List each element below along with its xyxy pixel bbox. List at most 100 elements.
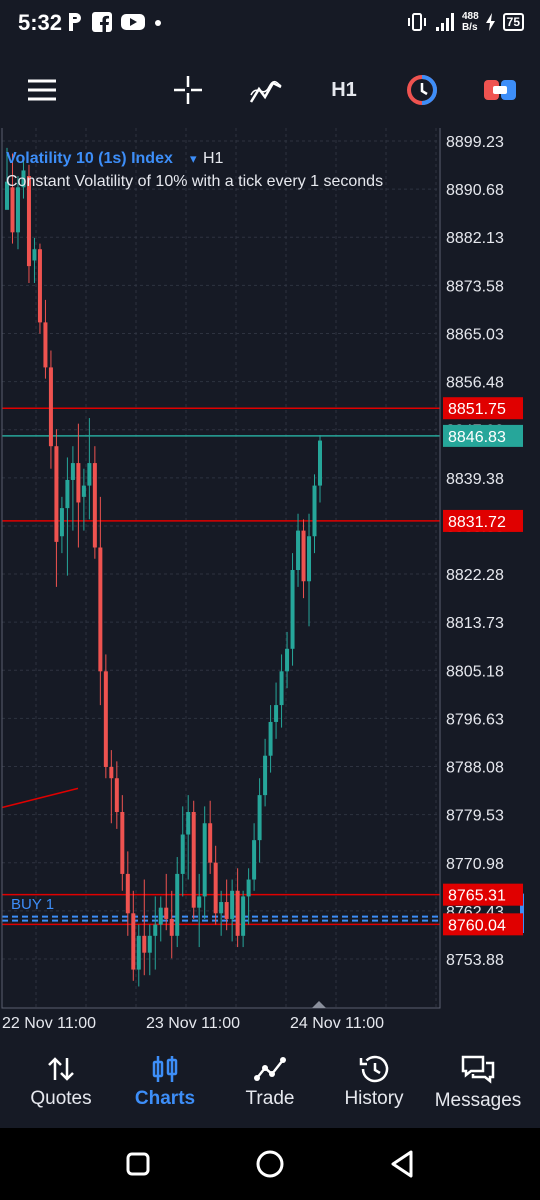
candle-body — [191, 812, 196, 908]
home-button[interactable] — [250, 1146, 290, 1182]
candle-body — [224, 902, 229, 919]
youtube-icon — [121, 14, 145, 30]
vibrate-icon — [407, 13, 426, 31]
trade-icon — [254, 1057, 286, 1081]
candle-body — [257, 795, 262, 841]
candle-body — [81, 485, 86, 497]
candle-body — [103, 671, 108, 767]
y-tick-label: 8779.53 — [446, 808, 504, 825]
chart-timeframe: H1 — [203, 150, 224, 167]
candle-body — [285, 648, 290, 672]
candle-body — [235, 890, 240, 936]
candle-body — [109, 766, 114, 779]
price-level-value: 8831.72 — [448, 514, 506, 531]
candle-body — [158, 907, 163, 925]
bottom-navigation: Quotes Charts Trade History Messages — [0, 1040, 540, 1128]
candle-body — [48, 367, 53, 447]
one-click-trading-button[interactable] — [402, 70, 442, 110]
candle-body — [186, 812, 191, 835]
candle-body — [32, 249, 37, 261]
symbol-dropdown-icon[interactable]: ▾ — [190, 151, 197, 166]
quotes-icon — [48, 1057, 74, 1081]
indicators-icon — [249, 80, 282, 103]
menu-button[interactable] — [22, 70, 62, 110]
candle-body — [202, 823, 207, 897]
y-tick-label: 8873.58 — [446, 278, 504, 295]
price-chart[interactable]: 8899.23 8890.68 8882.13 8873.58 8865.03 8856.… — [0, 128, 540, 1040]
nav-trade-label: Trade — [245, 1088, 295, 1109]
indicators-button[interactable] — [246, 70, 286, 110]
candle-body — [54, 446, 59, 542]
candle-body — [43, 322, 48, 368]
y-tick-label: 8856.48 — [446, 375, 504, 392]
home-icon — [256, 1150, 284, 1178]
candle-body — [153, 924, 158, 936]
candle-body — [136, 935, 141, 970]
network-speed: 488 B/s — [461, 11, 479, 33]
back-icon — [391, 1150, 413, 1178]
y-tick-label: 8813.73 — [446, 615, 504, 632]
candle-body — [114, 778, 119, 813]
system-navigation-bar — [0, 1128, 540, 1200]
nav-messages[interactable]: Messages — [424, 1054, 532, 1112]
x-tick-label: 22 Nov 11:00 — [2, 1015, 96, 1032]
y-tick-label: 8882.13 — [446, 230, 504, 247]
candle-body — [15, 187, 20, 233]
nav-history-label: History — [344, 1088, 404, 1109]
candle-body — [279, 671, 284, 706]
y-tick-label: 8788.08 — [446, 760, 504, 777]
x-tick-label: 23 Nov 11:00 — [146, 1015, 240, 1032]
nav-charts[interactable]: Charts — [111, 1054, 219, 1110]
candle-body — [263, 755, 268, 796]
candle-body — [301, 530, 306, 582]
timeframe-label: H1 — [331, 78, 357, 101]
symbol-description: Constant Volatility of 10% with a tick e… — [6, 173, 383, 190]
nav-quotes[interactable]: Quotes — [7, 1054, 115, 1110]
candle-body — [175, 873, 180, 936]
recent-apps-button[interactable] — [118, 1146, 158, 1182]
back-button[interactable] — [382, 1146, 422, 1182]
battery-icon: 75 — [502, 13, 524, 31]
y-tick-label: 8839.38 — [446, 471, 504, 488]
candle-body — [219, 902, 224, 914]
candle-body — [312, 485, 317, 537]
candle-body — [268, 721, 273, 756]
y-tick-label: 8753.88 — [446, 952, 504, 969]
status-time: 5:32 — [18, 10, 63, 35]
status-bar: 5:32 488 B/s 75 — [0, 0, 540, 48]
buy-order-label[interactable]: BUY 1 — [11, 896, 54, 913]
candle-body — [70, 463, 75, 480]
chart-canvas[interactable]: 8899.23 8890.68 8882.13 8873.58 8865.03 8856.… — [0, 128, 540, 1040]
nav-history[interactable]: History — [320, 1054, 428, 1110]
y-tick-label: 8796.63 — [446, 711, 504, 728]
candle-body — [169, 918, 174, 936]
facebook-icon — [92, 12, 112, 32]
price-level-value: 8846.83 — [448, 429, 506, 446]
crosshair-button[interactable] — [168, 70, 208, 110]
nav-charts-label: Charts — [134, 1088, 196, 1109]
chart-toolbar: H1 — [0, 60, 540, 122]
candle-body — [92, 463, 97, 548]
nav-quotes-label: Quotes — [30, 1088, 92, 1109]
signal-icon — [435, 13, 454, 31]
candle-body — [87, 463, 92, 486]
candle-body — [131, 913, 136, 970]
candle-body — [246, 879, 251, 897]
nav-messages-label: Messages — [434, 1090, 522, 1111]
candle-body — [213, 862, 218, 914]
charts-icon — [152, 1056, 178, 1082]
y-tick-label: 8822.28 — [446, 567, 504, 584]
candle-body — [125, 873, 130, 914]
x-tick-label: 24 Nov 11:00 — [290, 1015, 384, 1032]
symbol-name[interactable]: Volatility 10 (1s) Index — [6, 150, 173, 167]
candle-body — [65, 479, 70, 509]
recent-apps-icon — [126, 1152, 150, 1176]
candle-body — [180, 834, 185, 874]
candle-body — [241, 896, 246, 936]
trade-panel-button[interactable] — [480, 70, 520, 110]
timeframe-button[interactable]: H1 — [324, 70, 364, 110]
nav-trade[interactable]: Trade — [216, 1054, 324, 1110]
candle-body — [274, 705, 279, 722]
charging-icon — [485, 13, 495, 31]
candle-body — [164, 907, 169, 919]
